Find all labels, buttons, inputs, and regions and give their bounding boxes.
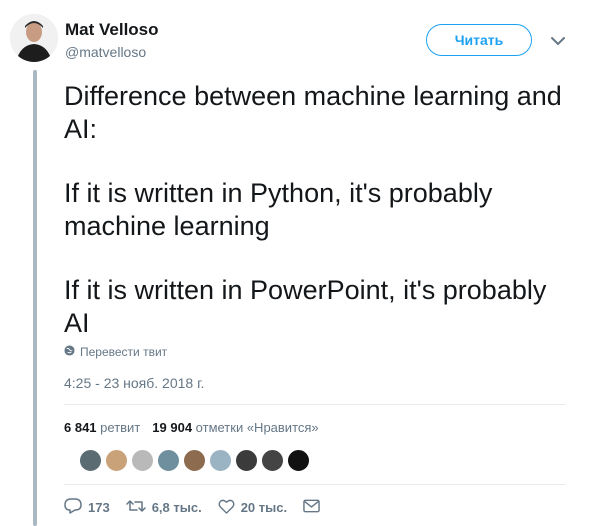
retweet-count: 6,8 тыс. <box>151 500 202 515</box>
retweets-count: 6 841 <box>64 420 97 435</box>
like-button[interactable]: 20 тыс. <box>218 499 287 517</box>
liker-avatar[interactable] <box>287 449 310 472</box>
retweet-icon <box>125 498 146 517</box>
likes-label: отметки «Нравится» <box>195 420 319 435</box>
liker-avatar[interactable] <box>261 449 284 472</box>
thread-line <box>33 70 37 526</box>
reply-icon <box>64 498 82 517</box>
translate-label: Перевести твит <box>80 345 168 359</box>
likes-count: 19 904 <box>152 420 193 435</box>
divider <box>64 404 566 405</box>
liker-avatar[interactable] <box>79 449 102 472</box>
reply-count: 173 <box>88 500 110 515</box>
liker-avatar[interactable] <box>183 449 206 472</box>
chevron-down-icon[interactable] <box>549 32 567 50</box>
tweet-actions: 173 6,8 тыс. 20 тыс. <box>64 498 336 517</box>
retweets-stat[interactable]: 6 841 ретвит <box>64 420 140 435</box>
likes-stat[interactable]: 19 904 отметки «Нравится» <box>152 420 318 435</box>
translate-link[interactable]: Перевести твит <box>64 345 167 359</box>
liker-avatar[interactable] <box>157 449 180 472</box>
author-name[interactable]: Mat Velloso <box>65 20 159 40</box>
liker-avatar[interactable] <box>131 449 154 472</box>
liker-avatar[interactable] <box>105 449 128 472</box>
avatar[interactable] <box>10 14 58 62</box>
retweets-label: ретвит <box>100 420 141 435</box>
reply-button[interactable]: 173 <box>64 498 110 517</box>
globe-icon <box>64 345 75 359</box>
like-count: 20 тыс. <box>240 500 288 515</box>
tweet-paragraph: Difference between machine learning and … <box>64 81 562 144</box>
liker-avatar[interactable] <box>235 449 258 472</box>
envelope-icon <box>303 499 320 516</box>
tweet-paragraph: If it is written in PowerPoint, it's pro… <box>64 275 547 338</box>
heart-icon <box>218 499 235 517</box>
tweet-paragraph: If it is written in Python, it's probabl… <box>64 178 493 241</box>
divider <box>64 484 566 485</box>
message-button[interactable] <box>303 499 320 516</box>
tweet-timestamp[interactable]: 4:25 - 23 нояб. 2018 г. <box>64 375 204 391</box>
follow-button[interactable]: Читать <box>426 24 532 56</box>
liker-avatar[interactable] <box>209 449 232 472</box>
tweet-text: Difference between machine learning and … <box>64 80 574 371</box>
retweet-button[interactable]: 6,8 тыс. <box>125 498 202 517</box>
likers-avatars <box>79 449 310 472</box>
author-handle[interactable]: @matvelloso <box>65 44 146 60</box>
tweet-stats: 6 841 ретвит 19 904 отметки «Нравится» <box>64 420 319 435</box>
